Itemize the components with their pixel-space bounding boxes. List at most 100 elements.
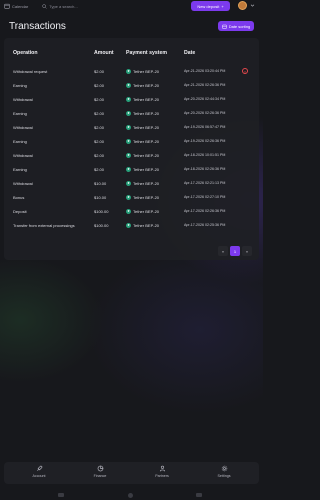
nav-label: Partners xyxy=(155,474,169,478)
nav-item-settings[interactable]: Settings xyxy=(204,465,244,483)
payment-system-cell: ₮ Tether BEP-20 xyxy=(126,78,159,92)
table-row: Earning $2.00 ₮ Tether BEP-20 Apr-19-2026 02… xyxy=(4,134,259,148)
amount-cell: $2.00 xyxy=(94,110,105,116)
operation-cell: Withdrawal xyxy=(13,180,33,186)
tether-icon: ₮ xyxy=(126,208,131,214)
table-row: Withdrawal $2.00 ₮ Tether BEP-20 Apr-19-2026… xyxy=(4,120,259,134)
table-row: Bonus $10.00 ₮ Tether BEP-20 Apr-17-2026 02:… xyxy=(4,190,259,204)
date-cell: Apr-21-2026 03:20:44 PM xyxy=(184,69,226,73)
tether-icon: ₮ xyxy=(126,124,131,130)
amount-cell: $2.00 xyxy=(94,124,105,130)
nav-item-account[interactable]: Account xyxy=(19,465,59,483)
system-recents-button[interactable] xyxy=(196,493,202,497)
payment-system-label: Tether BEP-20 xyxy=(133,124,160,130)
bottom-nav: Account Finance Partners Settings xyxy=(4,462,259,484)
date-cell: Apr-17-2026 02:21:13 PM xyxy=(184,181,226,185)
tether-icon: ₮ xyxy=(126,166,131,172)
system-bar xyxy=(0,490,263,500)
date-cell: Apr-17-2026 02:25:36 PM xyxy=(184,223,226,227)
payment-system-cell: ₮ Tether BEP-20 xyxy=(126,190,159,204)
pagination-page[interactable]: 1 xyxy=(230,246,240,256)
calendar-link[interactable]: Calendar xyxy=(4,3,28,9)
nav-item-finance[interactable]: Finance xyxy=(80,465,120,483)
operation-cell: Bonus xyxy=(13,194,25,200)
operation-cell: Earning xyxy=(13,82,27,88)
payment-system-cell: ₮ Tether BEP-20 xyxy=(126,134,159,148)
chevron-down-icon[interactable] xyxy=(250,3,255,8)
amount-cell: $10.00 xyxy=(94,180,107,186)
tether-icon: ₮ xyxy=(126,82,131,88)
table-row: Earning $2.00 ₮ Tether BEP-20 Apr-20-2026 02… xyxy=(4,106,259,120)
pagination-prev[interactable]: « xyxy=(218,246,228,256)
cancel-cell: × xyxy=(242,64,248,78)
rocket-icon xyxy=(36,465,42,471)
header-date[interactable]: Date xyxy=(184,46,195,60)
search-input[interactable] xyxy=(49,3,90,9)
operation-cell: Transfer from external processings xyxy=(13,222,75,228)
payment-system-label: Tether BEP-20 xyxy=(133,166,160,172)
date-cell: Apr-20-2026 02:44:34 PM xyxy=(184,97,226,101)
payment-system-label: Tether BEP-20 xyxy=(133,110,160,116)
calendar-icon xyxy=(4,3,10,9)
page-title: Transactions xyxy=(9,21,66,32)
pagination-next[interactable]: » xyxy=(242,246,252,256)
tether-icon: ₮ xyxy=(126,138,131,144)
payment-system-cell: ₮ Tether BEP-20 xyxy=(126,64,159,78)
amount-cell: $2.00 xyxy=(94,96,105,102)
payment-system-label: Tether BEP-20 xyxy=(133,222,160,228)
table-header: Operation Amount Payment system Date xyxy=(4,46,259,60)
tether-icon: ₮ xyxy=(126,152,131,158)
date-cell: Apr-21-2026 02:26:36 PM xyxy=(184,83,226,87)
amount-cell: $100.00 xyxy=(94,208,109,214)
system-home-button[interactable] xyxy=(128,493,133,498)
date-cell: Apr-17-2026 02:26:36 PM xyxy=(184,209,226,213)
plus-icon: + xyxy=(221,3,224,9)
amount-cell: $100.00 xyxy=(94,222,109,228)
amount-cell: $2.00 xyxy=(94,82,105,88)
payment-system-cell: ₮ Tether BEP-20 xyxy=(126,120,159,134)
search-box xyxy=(42,3,90,9)
header-payment-system[interactable]: Payment system xyxy=(126,46,167,60)
table-row: Deposit $100.00 ₮ Tether BEP-20 Apr-17-2026 … xyxy=(4,204,259,218)
payment-system-cell: ₮ Tether BEP-20 xyxy=(126,106,159,120)
calendar-icon xyxy=(221,24,227,29)
payment-system-label: Tether BEP-20 xyxy=(133,152,160,158)
payment-system-label: Tether BEP-20 xyxy=(133,68,160,74)
transactions-card: Operation Amount Payment system Date Wit… xyxy=(4,38,259,260)
payment-system-label: Tether BEP-20 xyxy=(133,138,160,144)
header-amount[interactable]: Amount xyxy=(94,46,114,60)
date-sorting-button[interactable]: Date sorting xyxy=(218,21,254,31)
tether-icon: ₮ xyxy=(126,222,131,228)
calendar-label: Calendar xyxy=(12,3,29,9)
nav-item-partners[interactable]: Partners xyxy=(142,465,182,483)
operation-cell: Earning xyxy=(13,166,27,172)
gear-icon xyxy=(221,465,227,472)
payment-system-label: Tether BEP-20 xyxy=(133,180,160,186)
nav-label: Finance xyxy=(93,474,107,478)
avatar[interactable] xyxy=(238,1,247,10)
operation-cell: Deposit xyxy=(13,208,27,214)
date-sorting-label: Date sorting xyxy=(228,23,251,29)
payment-system-label: Tether BEP-20 xyxy=(133,96,160,102)
amount-cell: $2.00 xyxy=(94,152,105,158)
operation-cell: Earning xyxy=(13,110,27,116)
payment-system-label: Tether BEP-20 xyxy=(133,194,160,200)
payment-system-label: Tether BEP-20 xyxy=(133,208,160,214)
amount-cell: $2.00 xyxy=(94,68,105,74)
date-cell: Apr-18-2026 02:26:36 PM xyxy=(184,167,226,171)
system-back-button[interactable] xyxy=(58,493,64,497)
payment-system-cell: ₮ Tether BEP-20 xyxy=(126,162,159,176)
operation-cell: Withdrawal xyxy=(13,96,33,102)
date-cell: Apr-20-2026 02:26:36 PM xyxy=(184,111,226,115)
payment-system-cell: ₮ Tether BEP-20 xyxy=(126,218,159,232)
header-operation[interactable]: Operation xyxy=(13,46,38,60)
tether-icon: ₮ xyxy=(126,68,131,74)
pie-chart-icon xyxy=(97,465,103,472)
new-deposit-button[interactable]: New deposit + xyxy=(191,1,230,11)
tether-icon: ₮ xyxy=(126,180,131,186)
table-row: Withdrawal request $2.00 ₮ Tether BEP-20 Apr… xyxy=(4,64,259,78)
tether-icon: ₮ xyxy=(126,194,131,200)
table-row: Withdrawal $10.00 ₮ Tether BEP-20 Apr-17-202… xyxy=(4,176,259,190)
pagination: « 1 » xyxy=(4,246,259,256)
cancel-request-button[interactable]: × xyxy=(242,68,248,74)
